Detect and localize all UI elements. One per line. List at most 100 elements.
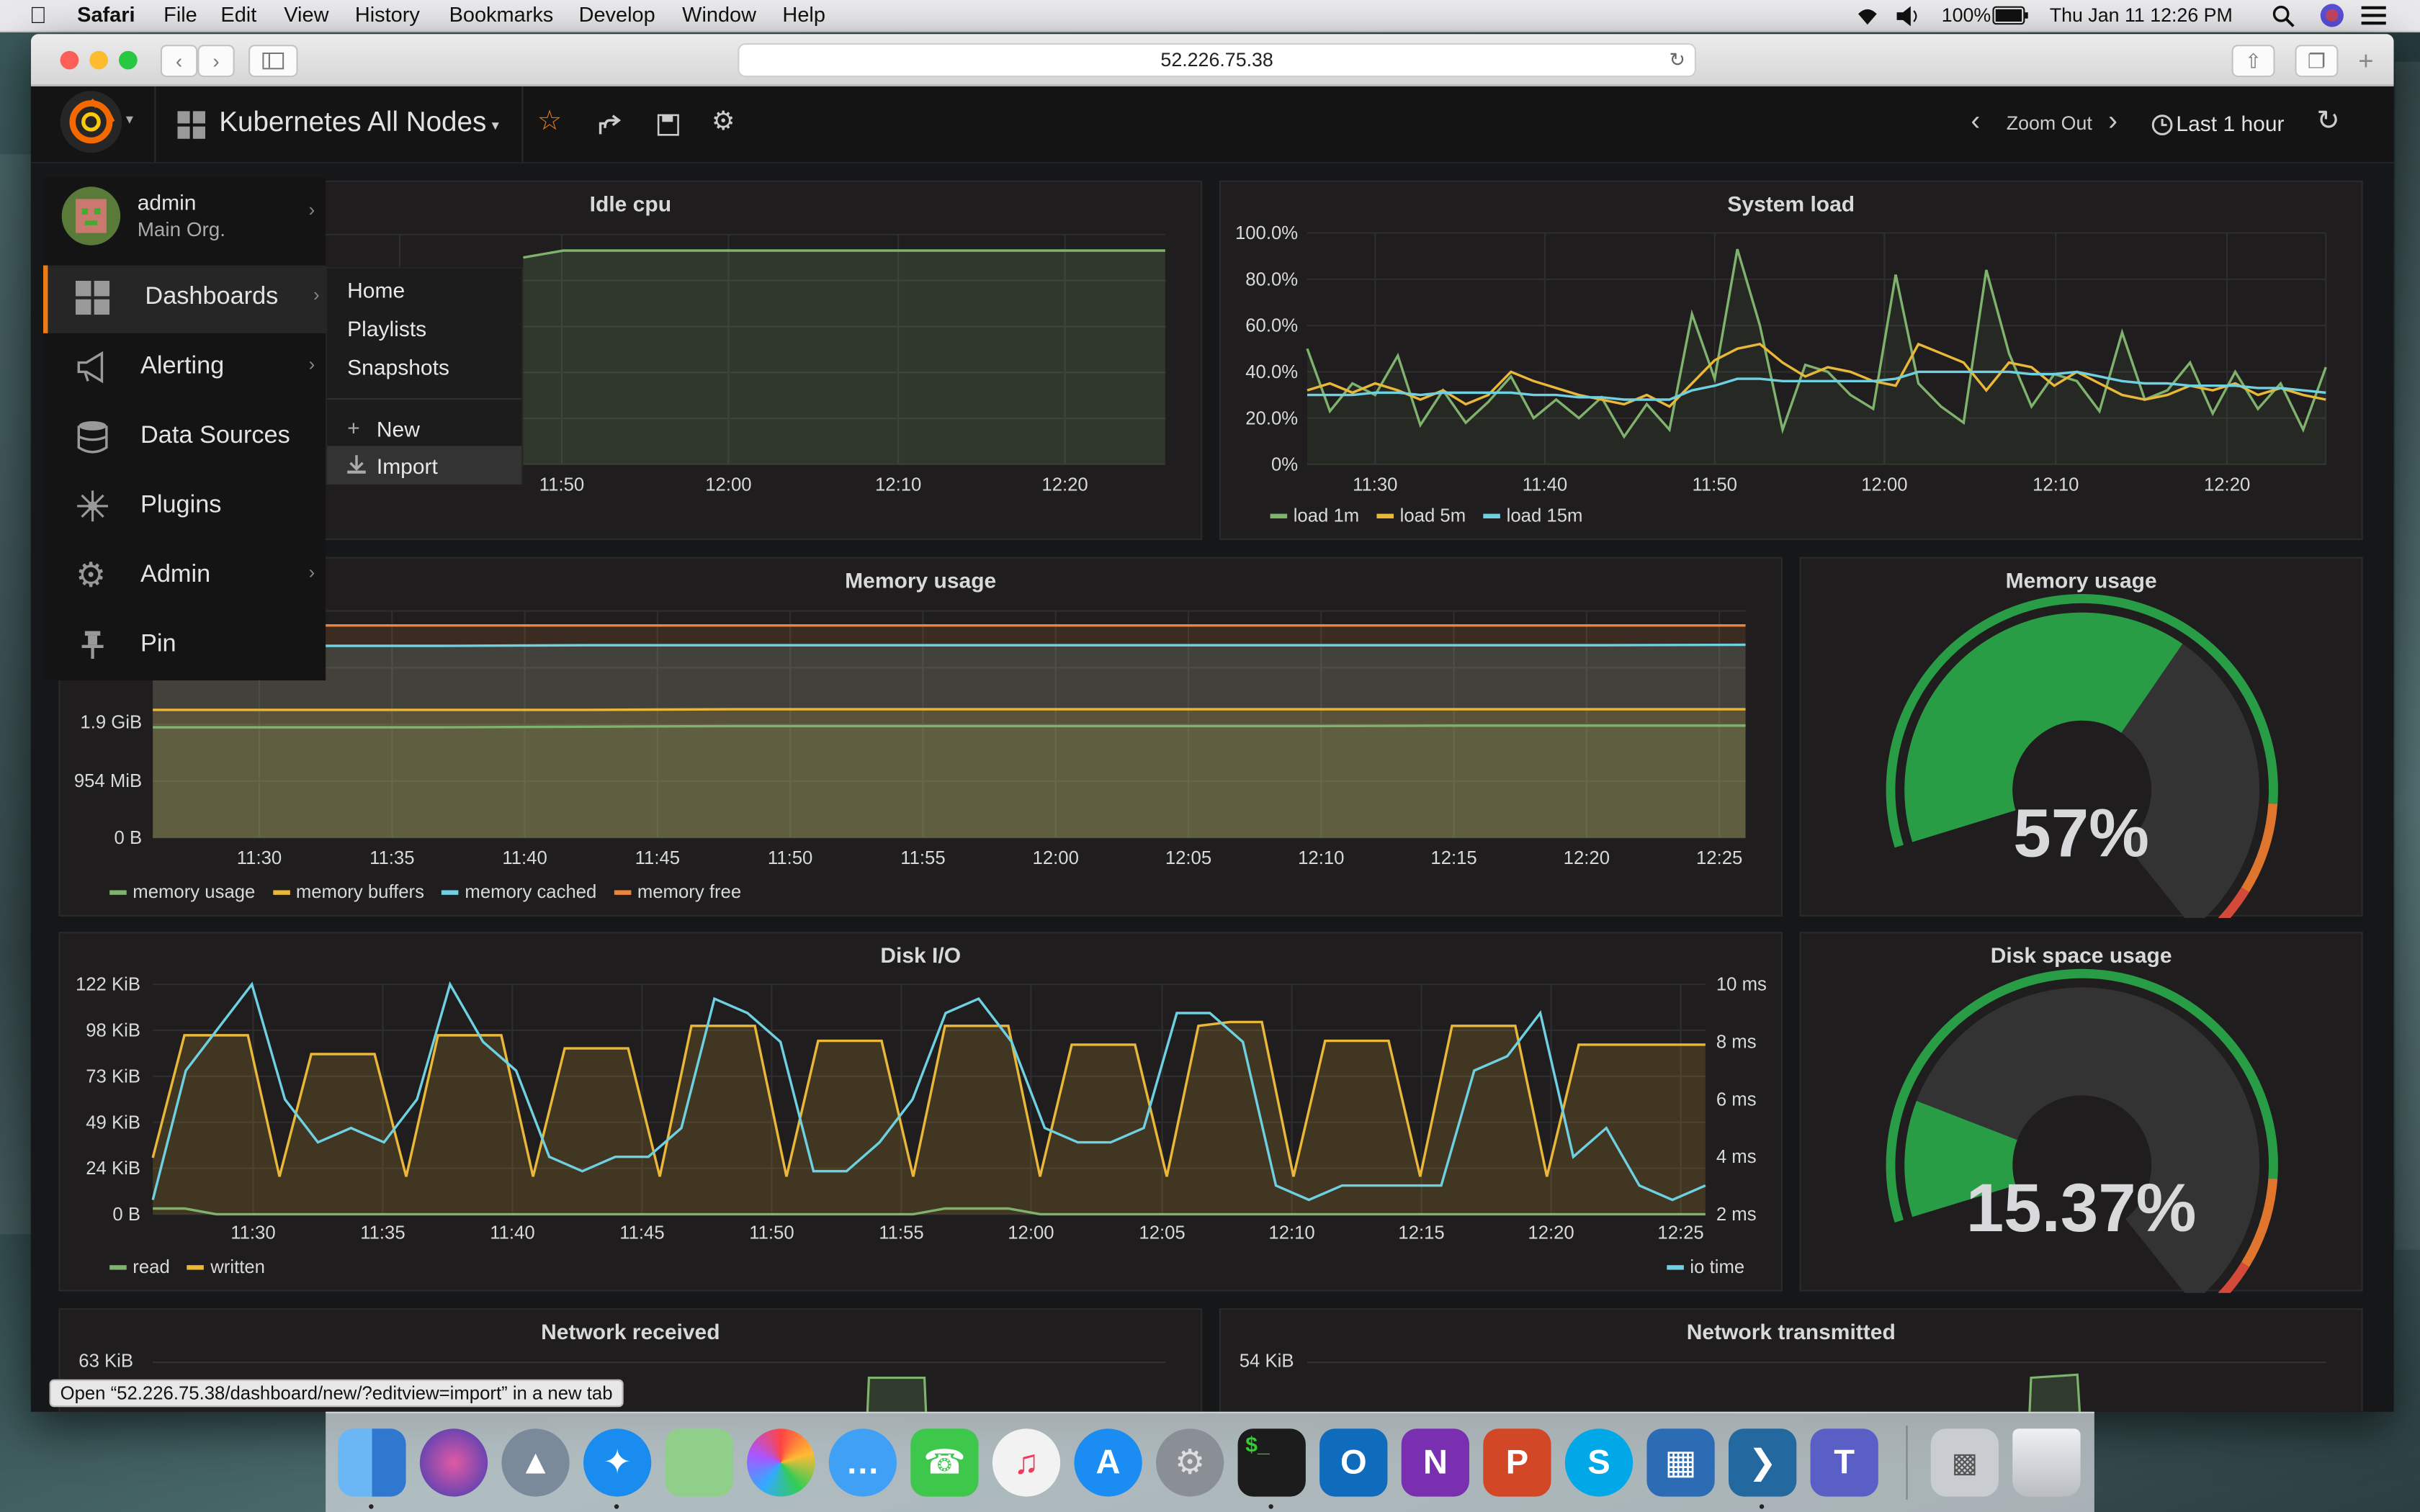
menu-develop[interactable]: Develop (579, 3, 655, 26)
finder-icon[interactable] (338, 1428, 406, 1497)
side-menu-label: Pin (140, 631, 176, 657)
menu-view[interactable]: View (284, 3, 328, 26)
app-store-icon[interactable]: A (1074, 1428, 1142, 1497)
safari-compass-icon[interactable]: ✦ (583, 1428, 652, 1497)
legend-item-written[interactable]: written (175, 1256, 265, 1277)
terminal-icon[interactable]: $_ (1237, 1428, 1306, 1497)
save-icon[interactable] (657, 114, 679, 136)
legend-item-read[interactable]: read (97, 1256, 170, 1277)
tab-overview-button[interactable]: ❐ (2295, 45, 2339, 78)
submenu-item-playlists[interactable]: Playlists (347, 316, 426, 341)
reload-icon[interactable]: ↻ (1670, 45, 1685, 76)
time-range-picker[interactable]: Last 1 hour (2176, 111, 2284, 135)
menu-history[interactable]: History (355, 3, 420, 26)
side-menu-item-dashboards[interactable]: Dashboards › (43, 265, 326, 333)
panel-system-load[interactable]: System load 100.0% 80.0% 60.0% 40.0% 20.0% 0%… (1219, 180, 2363, 540)
wifi-icon[interactable] (1852, 4, 1883, 27)
star-icon[interactable]: ☆ (537, 105, 563, 138)
panel-network-transmitted[interactable]: Network transmitted 54 KiB (1219, 1308, 2363, 1412)
notification-center-icon[interactable] (2361, 6, 2386, 27)
legend-item-memory-cached[interactable]: memory cached (429, 881, 596, 903)
panel-memory-usage-gauge[interactable]: Memory usage 57% (1799, 557, 2363, 918)
x-tick-label: 11:55 (900, 848, 945, 868)
legend-item-memory-usage[interactable]: memory usage (97, 881, 255, 903)
docker-icon[interactable]: ▦ (1646, 1428, 1715, 1497)
dashboards-grid-icon (177, 111, 205, 139)
siri-icon[interactable] (2320, 3, 2344, 27)
outlook-icon[interactable]: O (1319, 1428, 1388, 1497)
zoom-window-button[interactable] (119, 50, 138, 70)
submenu-item-snapshots[interactable]: Snapshots (347, 355, 449, 379)
menu-window[interactable]: Window (682, 3, 756, 26)
onenote-icon[interactable]: N (1401, 1428, 1469, 1497)
volume-icon[interactable] (1895, 6, 1923, 27)
vscode-icon[interactable]: ❯ (1729, 1428, 1797, 1497)
legend-item-load-1m[interactable]: load 1m (1258, 505, 1359, 526)
legend-item-load-5m[interactable]: load 5m (1364, 505, 1466, 526)
minimize-window-button[interactable] (89, 50, 108, 70)
time-forward-chevron-icon[interactable]: › (2108, 105, 2118, 138)
chevron-right-icon: › (313, 284, 320, 306)
side-menu-item-pin[interactable]: Pin (43, 613, 326, 680)
legend: read written (97, 1256, 265, 1277)
panel-disk-space-gauge[interactable]: Disk space usage 15.37% (1799, 932, 2363, 1293)
submenu-item-import-highlight[interactable]: Import (327, 446, 522, 485)
battery-icon[interactable] (1992, 6, 2029, 25)
spotlight-search-icon[interactable] (2272, 4, 2295, 27)
back-button[interactable]: ‹ (160, 45, 198, 78)
side-menu-item-admin[interactable]: ⚙ Admin › (43, 543, 326, 611)
address-bar[interactable]: 52.226.75.38 ↻ (738, 43, 1696, 78)
legend-item-memory-buffers[interactable]: memory buffers (261, 881, 424, 903)
maps-icon[interactable] (665, 1428, 733, 1497)
time-back-chevron-icon[interactable]: ‹ (1971, 105, 1980, 138)
user-name[interactable]: admin (138, 190, 197, 215)
messages-icon[interactable]: … (828, 1428, 897, 1497)
app-menu[interactable]: Safari (77, 3, 135, 26)
grafana-logo-button[interactable] (60, 91, 122, 153)
x-tick-label: 11:50 (768, 848, 812, 868)
zoom-out-button[interactable]: Zoom Out (2007, 112, 2092, 134)
apple-icon[interactable]:  (30, 3, 47, 29)
skype-icon[interactable]: S (1564, 1428, 1634, 1497)
legend-item-load-15m[interactable]: load 15m (1471, 505, 1582, 526)
siri-dock-icon[interactable] (419, 1428, 488, 1497)
launchpad-rocket-icon[interactable]: ▲ (501, 1428, 570, 1497)
side-menu-item-data-sources[interactable]: Data Sources (43, 404, 326, 472)
photos-icon[interactable] (747, 1428, 815, 1497)
legend: memory usage memory buffers memory cache… (97, 881, 741, 903)
sidebar-toggle-button[interactable] (248, 45, 298, 78)
y-tick-label: 20.0% (1245, 408, 1298, 428)
share-button[interactable]: ⇧ (2231, 45, 2275, 78)
teams-icon[interactable]: T (1810, 1428, 1878, 1497)
side-menu-item-alerting[interactable]: Alerting › (43, 335, 326, 402)
system-preferences-icon[interactable]: ⚙ (1156, 1428, 1224, 1497)
facetime-icon[interactable]: ☎ (910, 1428, 979, 1497)
panel-disk-io[interactable]: Disk I/O 122 KiB 98 KiB 73 KiB 49 KiB 24 KiB… (58, 932, 1783, 1292)
menubar-clock[interactable]: Thu Jan 11 12:26 PM (2050, 4, 2233, 25)
new-tab-plus-icon[interactable]: + (2358, 46, 2373, 77)
powerpoint-icon[interactable]: P (1483, 1428, 1551, 1497)
close-window-button[interactable] (60, 50, 79, 70)
legend-item-memory-free[interactable]: memory free (602, 881, 741, 903)
menu-help[interactable]: Help (782, 3, 825, 26)
avatar[interactable] (61, 186, 121, 246)
downloads-stack-icon[interactable]: ▩ (1930, 1428, 1999, 1497)
submenu-item-new[interactable]: New (377, 417, 420, 441)
menu-file[interactable]: File (163, 3, 197, 26)
menu-edit[interactable]: Edit (220, 3, 256, 26)
refresh-icon[interactable]: ↻ (2316, 105, 2339, 138)
itunes-icon[interactable]: ♫ (992, 1428, 1061, 1497)
trash-icon[interactable] (2012, 1428, 2081, 1497)
menu-bookmarks[interactable]: Bookmarks (449, 3, 554, 26)
forward-button[interactable]: › (197, 45, 235, 78)
x-tick-label: 11:55 (879, 1223, 923, 1243)
share-dashboard-icon[interactable] (597, 112, 622, 137)
dashboard-title[interactable]: Kubernetes All Nodes (219, 107, 486, 139)
plus-icon: + (347, 415, 360, 440)
settings-gear-icon[interactable]: ⚙ (712, 107, 735, 138)
org-name: Main Org. (137, 217, 226, 241)
legend-item-io-time[interactable]: io time (1654, 1256, 1744, 1277)
share-icon: ⇧ (2244, 49, 2262, 73)
submenu-item-home[interactable]: Home (347, 278, 405, 302)
side-menu-item-plugins[interactable]: Plugins (43, 474, 326, 541)
